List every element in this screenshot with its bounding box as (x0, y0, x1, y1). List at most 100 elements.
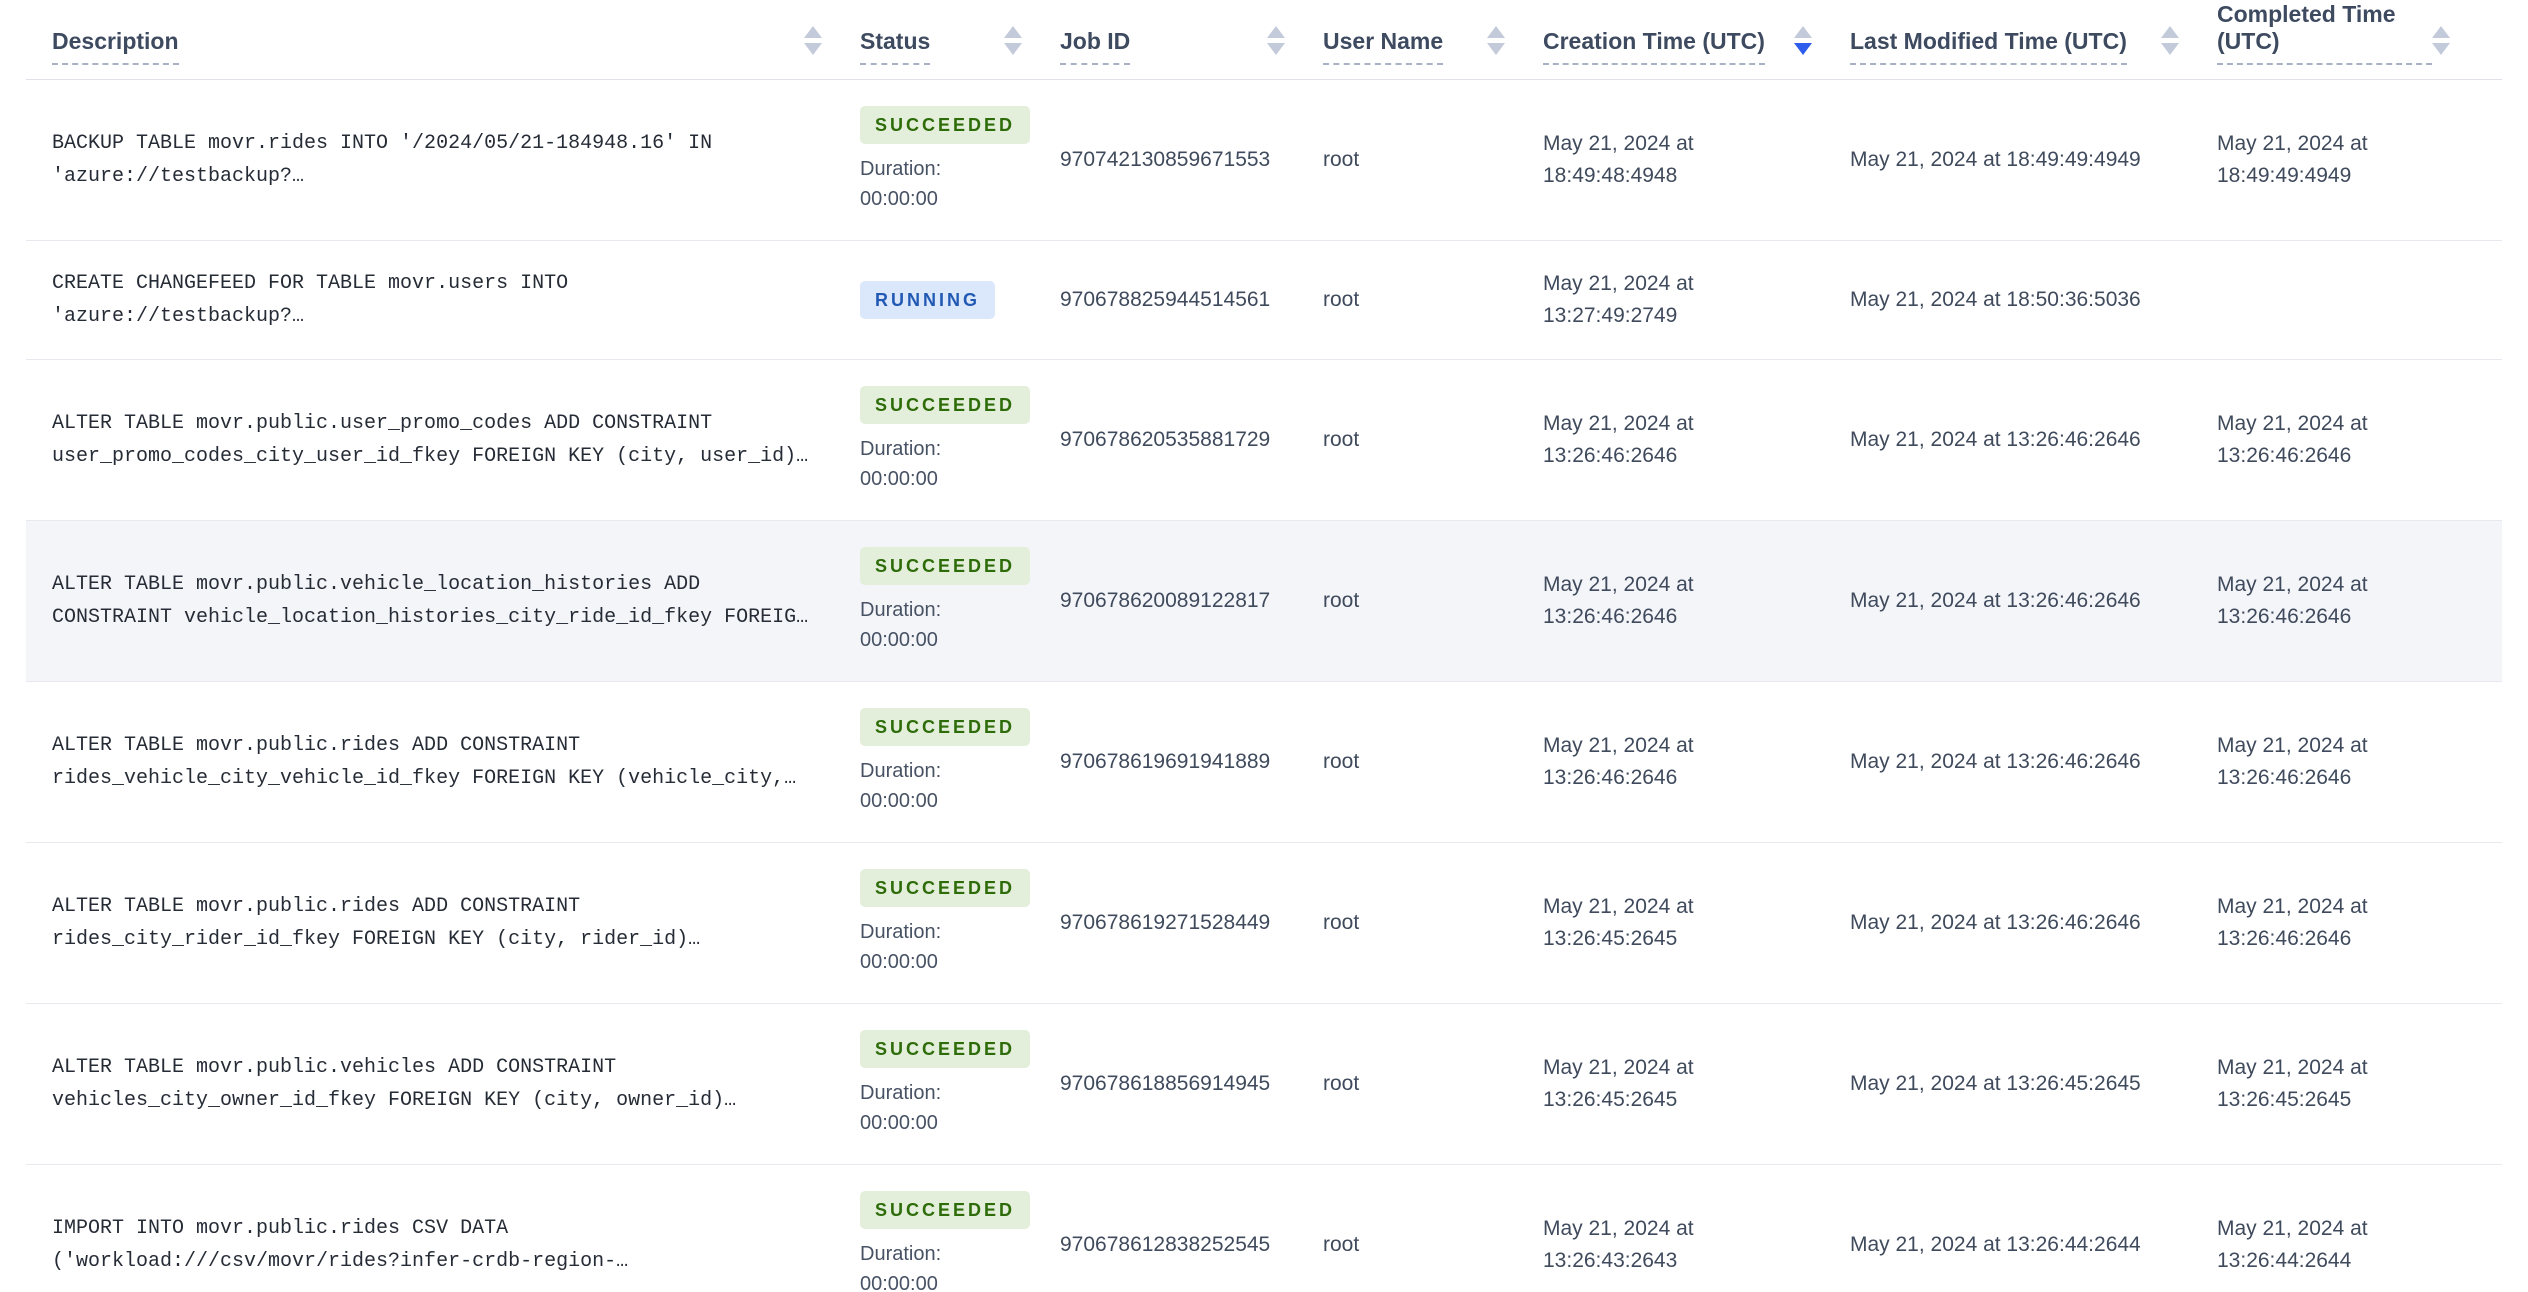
job-duration: Duration: 00:00:00 (860, 1078, 1060, 1138)
column-header-last-modified-time[interactable]: Last Modified Time (UTC) (1850, 0, 2217, 79)
creation-time-cell: May 21, 2024 at 18:49:48:4948 (1543, 132, 1694, 187)
last-modified-time-cell: May 21, 2024 at 18:50:36:5036 (1850, 288, 2141, 311)
sort-up-icon (1794, 26, 1812, 38)
job-duration: Duration: 00:00:00 (860, 1239, 1060, 1292)
job-description-cell: ALTER TABLE movr.public.rides ADD CONSTR… (52, 734, 797, 790)
column-header-label: Last Modified Time (UTC) (1850, 28, 2127, 65)
sort-down-icon (1794, 43, 1812, 55)
sort-up-icon (1004, 26, 1022, 38)
job-duration: Duration: 00:00:00 (860, 154, 1060, 214)
table-row[interactable]: ALTER TABLE movr.public.user_promo_codes… (26, 360, 2502, 521)
job-duration: Duration: 00:00:00 (860, 595, 1060, 655)
user-name-cell: root (1323, 148, 1360, 171)
status-badge: SUCCEEDED (860, 708, 1031, 746)
status-badge: SUCCEEDED (860, 386, 1031, 424)
job-description-cell: ALTER TABLE movr.public.vehicle_location… (52, 573, 809, 629)
sort-icon (1487, 26, 1505, 55)
completed-time-cell: May 21, 2024 at 13:26:46:2646 (2217, 412, 2368, 467)
table-row[interactable]: ALTER TABLE movr.public.vehicles ADD CON… (26, 1004, 2502, 1165)
completed-time-cell: May 21, 2024 at 13:26:46:2646 (2217, 573, 2368, 628)
user-name-cell: root (1323, 428, 1360, 451)
column-header-job-id[interactable]: Job ID (1060, 0, 1323, 79)
duration-label: Duration: (860, 1243, 942, 1265)
duration-value: 00:00:00 (860, 1273, 938, 1292)
job-status-cell: SUCCEEDED Duration: 00:00:00 (860, 869, 1060, 977)
last-modified-time-cell: May 21, 2024 at 13:26:46:2646 (1850, 589, 2141, 612)
sort-up-icon (804, 26, 822, 38)
table-row[interactable]: BACKUP TABLE movr.rides INTO '/2024/05/2… (26, 80, 2502, 241)
job-duration: Duration: 00:00:00 (860, 434, 1060, 494)
job-duration: Duration: 00:00:00 (860, 756, 1060, 816)
job-description-cell: ALTER TABLE movr.public.vehicles ADD CON… (52, 1056, 737, 1112)
job-description-cell: CREATE CHANGEFEED FOR TABLE movr.users I… (52, 272, 569, 328)
duration-label: Duration: (860, 921, 942, 943)
table-row[interactable]: ALTER TABLE movr.public.rides ADD CONSTR… (26, 843, 2502, 1004)
job-id-cell: 970678612838252545 (1060, 1233, 1271, 1256)
table-row[interactable]: CREATE CHANGEFEED FOR TABLE movr.users I… (26, 241, 2502, 360)
jobs-table-body: BACKUP TABLE movr.rides INTO '/2024/05/2… (26, 80, 2502, 1292)
completed-time-cell: May 21, 2024 at 13:26:46:2646 (2217, 734, 2368, 789)
status-badge: SUCCEEDED (860, 1191, 1031, 1229)
column-header-label: User Name (1323, 28, 1444, 65)
sort-down-icon (2161, 43, 2179, 55)
sort-icon (2432, 26, 2450, 55)
job-description-cell: ALTER TABLE movr.public.rides ADD CONSTR… (52, 895, 701, 951)
job-description-cell: BACKUP TABLE movr.rides INTO '/2024/05/2… (52, 132, 713, 188)
last-modified-time-cell: May 21, 2024 at 13:26:45:2645 (1850, 1072, 2141, 1095)
status-badge: RUNNING (860, 281, 995, 319)
job-description-cell: IMPORT INTO movr.public.rides CSV DATA ('… (52, 1217, 629, 1273)
sort-up-icon (1267, 26, 1285, 38)
column-header-description[interactable]: Description (26, 0, 860, 79)
column-header-creation-time[interactable]: Creation Time (UTC) (1543, 0, 1850, 79)
creation-time-cell: May 21, 2024 at 13:26:43:2643 (1543, 1217, 1694, 1272)
creation-time-cell: May 21, 2024 at 13:26:46:2646 (1543, 412, 1694, 467)
duration-label: Duration: (860, 599, 942, 621)
duration-value: 00:00:00 (860, 188, 938, 210)
jobs-table: Description Status Job ID User Name Crea… (26, 0, 2502, 1292)
user-name-cell: root (1323, 911, 1360, 934)
jobs-table-header-row: Description Status Job ID User Name Crea… (26, 0, 2502, 80)
sort-down-icon (1004, 43, 1022, 55)
column-header-completed-time[interactable]: Completed Time (UTC) (2217, 0, 2502, 79)
job-id-cell: 970742130859671553 (1060, 148, 1271, 171)
creation-time-cell: May 21, 2024 at 13:26:45:2645 (1543, 895, 1694, 950)
job-status-cell: SUCCEEDED Duration: 00:00:00 (860, 1030, 1060, 1138)
sort-up-icon (1487, 26, 1505, 38)
duration-value: 00:00:00 (860, 1112, 938, 1134)
sort-down-icon (1267, 43, 1285, 55)
sort-icon (1794, 26, 1812, 55)
sort-icon (1267, 26, 1285, 55)
job-id-cell: 970678620089122817 (1060, 589, 1271, 612)
last-modified-time-cell: May 21, 2024 at 13:26:46:2646 (1850, 911, 2141, 934)
completed-time-cell: May 21, 2024 at 18:49:49:4949 (2217, 132, 2368, 187)
user-name-cell: root (1323, 1233, 1360, 1256)
job-id-cell: 970678619691941889 (1060, 750, 1271, 773)
job-status-cell: SUCCEEDED Duration: 00:00:00 (860, 547, 1060, 655)
user-name-cell: root (1323, 750, 1360, 773)
sort-up-icon (2432, 26, 2450, 38)
duration-value: 00:00:00 (860, 629, 938, 651)
creation-time-cell: May 21, 2024 at 13:27:49:2749 (1543, 272, 1694, 327)
last-modified-time-cell: May 21, 2024 at 13:26:46:2646 (1850, 750, 2141, 773)
creation-time-cell: May 21, 2024 at 13:26:45:2645 (1543, 1056, 1694, 1111)
sort-icon (1004, 26, 1022, 55)
column-header-user-name[interactable]: User Name (1323, 0, 1543, 79)
job-description-cell: ALTER TABLE movr.public.user_promo_codes… (52, 412, 809, 468)
table-row[interactable]: IMPORT INTO movr.public.rides CSV DATA ('… (26, 1165, 2502, 1292)
sort-up-icon (2161, 26, 2179, 38)
table-row[interactable]: ALTER TABLE movr.public.vehicle_location… (26, 521, 2502, 682)
duration-value: 00:00:00 (860, 951, 938, 973)
table-row[interactable]: ALTER TABLE movr.public.rides ADD CONSTR… (26, 682, 2502, 843)
sort-icon (2161, 26, 2179, 55)
creation-time-cell: May 21, 2024 at 13:26:46:2646 (1543, 734, 1694, 789)
column-header-label: Job ID (1060, 28, 1131, 65)
last-modified-time-cell: May 21, 2024 at 18:49:49:4949 (1850, 148, 2141, 171)
column-header-label: Completed Time (UTC) (2217, 1, 2432, 65)
column-header-status[interactable]: Status (860, 0, 1060, 79)
sort-down-icon (2432, 43, 2450, 55)
job-status-cell: SUCCEEDED Duration: 00:00:00 (860, 1191, 1060, 1292)
sort-icon (804, 26, 822, 55)
duration-value: 00:00:00 (860, 790, 938, 812)
column-header-label: Creation Time (UTC) (1543, 28, 1765, 65)
duration-label: Duration: (860, 1082, 942, 1104)
